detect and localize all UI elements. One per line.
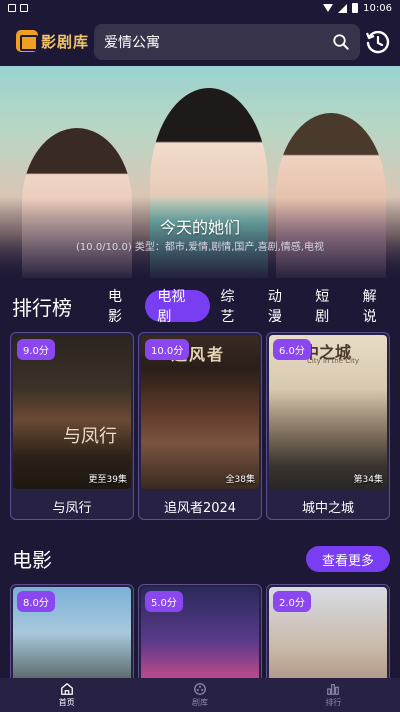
- library-icon: [194, 683, 206, 695]
- app-screen: 10:06 影剧库 爱情公寓 今天的她们 (10.0/10.0) 类型：都市,爱…: [0, 0, 400, 712]
- ranking-card[interactable]: 城中之城 City in the City 6.0分 第34集 城中之城: [266, 332, 390, 520]
- search-value: 爱情公寓: [104, 35, 160, 51]
- nav-ranking[interactable]: 排行: [267, 678, 400, 712]
- score-badge: 10.0分: [145, 339, 190, 360]
- banner-subtitle: (10.0/10.0) 类型：都市,爱情,剧情,国产,喜剧,情感,电视: [76, 242, 324, 253]
- status-bar: 10:06: [0, 0, 400, 16]
- tab-short-drama[interactable]: 短剧: [305, 289, 352, 325]
- nav-label: 排行: [325, 698, 342, 707]
- ranking-card[interactable]: 追风者 10.0分 全38集 追风者2024: [138, 332, 262, 520]
- score-badge: 5.0分: [145, 591, 183, 612]
- episode-status: 更至39集: [88, 475, 127, 485]
- poster-title-art: 与凤行: [63, 426, 117, 447]
- episode-status: 全38集: [225, 475, 255, 485]
- view-more-button[interactable]: 查看更多: [306, 546, 390, 572]
- home-icon: [60, 683, 73, 695]
- movies-header: 电影 查看更多: [0, 540, 400, 572]
- nav-home[interactable]: 首页: [0, 678, 133, 712]
- tab-commentary[interactable]: 解说: [353, 289, 400, 325]
- tab-movie[interactable]: 电影: [98, 289, 145, 325]
- nav-label: 首页: [58, 698, 75, 707]
- bottom-nav: 首页 剧库 排行: [0, 678, 400, 712]
- featured-banner[interactable]: 今天的她们 (10.0/10.0) 类型：都市,爱情,剧情,国产,喜剧,情感,电…: [0, 66, 400, 278]
- nav-library[interactable]: 剧库: [133, 678, 266, 712]
- episode-status: 第34集: [353, 475, 383, 485]
- tab-tv-series[interactable]: 电视剧: [145, 289, 211, 325]
- score-badge: 9.0分: [17, 339, 55, 360]
- signal-icon: [338, 3, 348, 13]
- app-logo: 影剧库: [16, 30, 89, 52]
- category-tabs: 电影 电视剧 综艺 动漫 短剧 解说: [98, 289, 400, 325]
- battery-icon: [352, 3, 359, 13]
- wifi-icon: [323, 4, 334, 12]
- nav-label: 剧库: [191, 698, 208, 707]
- notification-icon: [20, 4, 28, 12]
- tab-variety[interactable]: 综艺: [210, 289, 257, 325]
- poster-image: 与凤行 9.0分 更至39集: [13, 335, 131, 489]
- banner-title: 今天的她们: [159, 218, 240, 237]
- score-badge: 2.0分: [273, 591, 311, 612]
- card-title: 与凤行: [52, 501, 92, 516]
- ranking-list: 与凤行 9.0分 更至39集 与凤行 追风者 10.0分 全38集 追风者202…: [10, 332, 390, 520]
- ranking-icon: [327, 684, 340, 695]
- tab-anime[interactable]: 动漫: [258, 289, 305, 325]
- search-input[interactable]: 爱情公寓: [94, 24, 360, 60]
- ranking-title: 排行榜: [12, 296, 72, 320]
- poster-image: 追风者 10.0分 全38集: [141, 335, 259, 489]
- movies-title: 电影: [12, 548, 52, 572]
- score-badge: 8.0分: [17, 591, 55, 612]
- notification-icon: [8, 4, 16, 12]
- status-time: 10:06: [363, 2, 392, 14]
- ranking-card[interactable]: 与凤行 9.0分 更至39集 与凤行: [10, 332, 134, 520]
- card-title: 城中之城: [301, 501, 354, 516]
- poster-subtitle-art: City in the City: [307, 357, 359, 365]
- ranking-header: 排行榜 电影 电视剧 综艺 动漫 短剧 解说: [0, 289, 400, 325]
- logo-text: 影剧库: [41, 32, 90, 51]
- search-icon[interactable]: [332, 33, 350, 51]
- card-title: 追风者2024: [163, 501, 237, 516]
- score-badge: 6.0分: [273, 339, 311, 360]
- logo-icon: [16, 30, 38, 52]
- top-bar: 影剧库 爱情公寓: [0, 16, 400, 66]
- poster-image: 城中之城 City in the City 6.0分 第34集: [269, 335, 387, 489]
- history-icon[interactable]: [364, 28, 392, 56]
